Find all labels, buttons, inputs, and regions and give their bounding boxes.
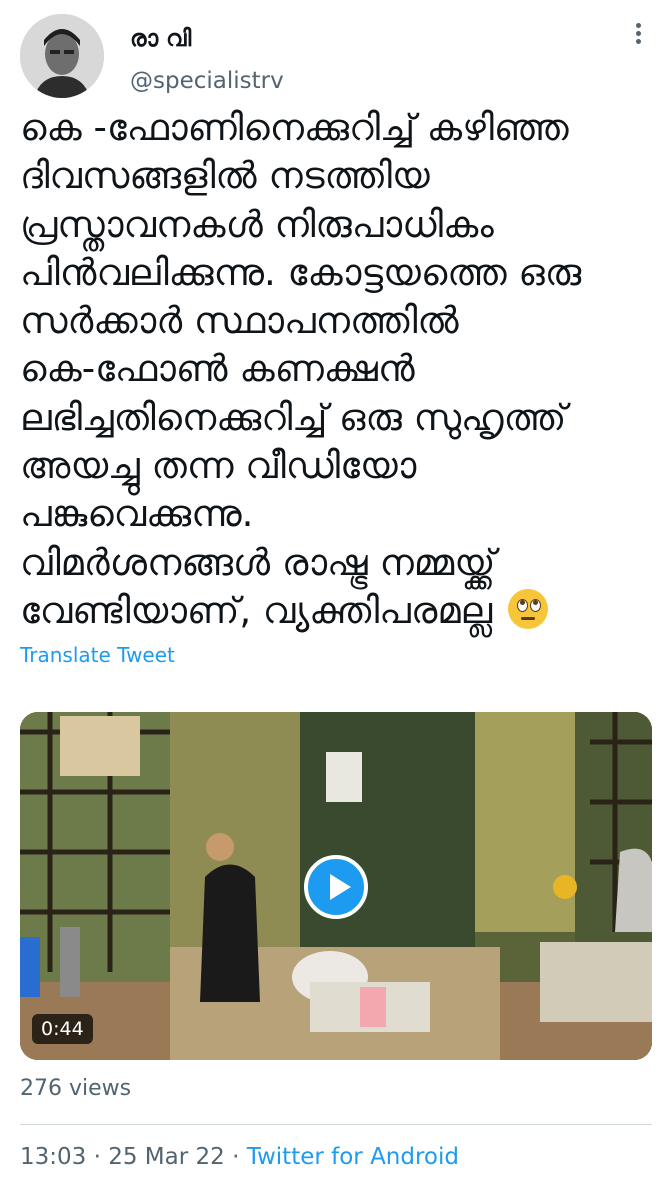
avatar[interactable] [20,14,104,98]
play-icon [330,874,351,900]
meta-separator: · [224,1144,247,1170]
tweet-line: കെ-ഫോൺ കണക്ഷൻ [20,347,415,391]
view-count: 276 views [20,1076,132,1101]
user-handle[interactable]: @specialistrv [130,68,284,94]
play-button[interactable] [304,855,368,919]
tweet-line: പിൻവലിക്കുന്നു. കോട്ടയത്തെ ഒരു [20,250,582,294]
tweet-line: വേണ്ടിയാണ്, വ്യക്തിപരമല്ല [20,588,493,632]
tweet-line: ലഭിച്ചതിനെക്കുറിച്ച് ഒരു സുഹൃത്ത് [20,395,567,439]
tweet-line: കെ -ഫോണിനെക്കുറിച്ച് കഴിഞ്ഞ [20,106,569,149]
tweet-source-link[interactable]: Twitter for Android [247,1144,459,1170]
tweet-time[interactable]: 13:03 [20,1144,86,1170]
video-player[interactable]: 0:44 [20,712,652,1060]
tweet-line: പങ്കുവെക്കുന്നു. [20,492,254,536]
more-options-icon[interactable] [628,20,648,50]
tweet-text: കെ -ഫോണിനെക്കുറിച്ച് കഴിഞ്ഞ ദിവസങ്ങളിൽ ന… [20,104,656,635]
tweet-line-last: വേണ്ടിയാണ്, വ്യക്തിപരമല്ല [20,587,656,635]
divider [20,1124,652,1125]
tweet-line: സർക്കാർ സ്ഥാപനത്തിൽ [20,299,459,343]
rolling-eyes-emoji-icon [507,588,548,629]
tweet-line: അയച്ചു തന്ന വീഡിയോ [20,444,417,488]
tweet-line: ദിവസങ്ങളിൽ നടത്തിയ [20,154,430,198]
tweet-date[interactable]: 25 Mar 22 [108,1144,225,1170]
tweet-line: വിമർശനങ്ങൾ രാഷ്ട്ര നമ്മയ്ക്ക് [20,540,496,584]
tweet-line: പ്രസ്താവനകൾ നിരുപാധികം [20,202,494,246]
meta-separator: · [86,1144,109,1170]
tweet-meta: 13:03 · 25 Mar 22 · Twitter for Android [20,1144,459,1170]
translate-tweet-link[interactable]: Translate Tweet [20,643,175,667]
video-duration: 0:44 [32,1014,93,1044]
display-name[interactable]: രാ വി [130,26,191,52]
tweet-header: രാ വി @specialistrv [20,12,652,102]
